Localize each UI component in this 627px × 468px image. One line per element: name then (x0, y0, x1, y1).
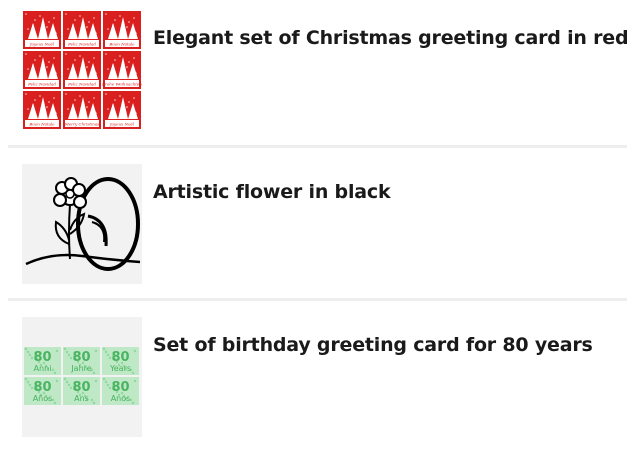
card-greeting-text: Joyeux Noël (29, 42, 55, 47)
christmas-card: Frohe Weihnachten (101, 51, 142, 89)
card-greeting-text: Feliz Navidad (67, 42, 96, 47)
card-greeting-text: Feliz Navidad (67, 82, 96, 87)
birthday-card: 80Anni (24, 347, 61, 375)
card-word-text: Anni (34, 364, 52, 373)
christmas-cards-thumbnail[interactable]: Joyeux Noël Feliz Navidad Buon Natale Feliz… (22, 10, 142, 130)
card-greeting-text: Buon Natale (108, 42, 135, 47)
christmas-card: Buon Natale (23, 91, 61, 129)
list-item[interactable]: Artistic flower in black (22, 164, 627, 286)
birthday-card: 80Jahre (63, 347, 100, 375)
list-item[interactable]: Joyeux Noël Feliz Navidad Buon Natale Feliz… (22, 10, 627, 132)
christmas-cards-grid-icon: Joyeux Noël Feliz Navidad Buon Natale Feliz… (23, 11, 142, 129)
birthday-card: 80Ans (63, 377, 100, 405)
card-number-text: 80 (111, 350, 129, 365)
christmas-card: Feliz Navidad (63, 11, 101, 49)
card-number-text: 80 (72, 350, 90, 365)
divider (8, 298, 627, 301)
birthday-card: 80Años (24, 377, 61, 405)
birthday-80-cards-thumbnail[interactable]: 80 Anni 80 Jahre 80 Years 80 Años 80 Ans 80 Anos (22, 317, 142, 437)
card-greeting-text: Frohe Weihnachten (101, 82, 142, 87)
birthday-card: 80Years (102, 347, 139, 375)
christmas-card: Feliz Navidad (63, 51, 101, 89)
item-title[interactable]: Artistic flower in black (153, 181, 391, 203)
christmas-card: Buon Natale (103, 11, 141, 49)
card-word-text: Años (33, 394, 53, 403)
birthday-80-cards-grid-icon: 80Anni80Jahre80Years80Años80Ans80Anos (24, 347, 139, 405)
card-word-text: Ans (74, 394, 89, 403)
item-title[interactable]: Set of birthday greeting card for 80 yea… (153, 334, 593, 356)
card-word-text: Jahre (70, 364, 91, 373)
flower-drawing-icon (25, 177, 141, 271)
christmas-card: Merry Christmas (63, 91, 101, 129)
card-word-text: Years (109, 364, 131, 373)
card-number-text: 80 (72, 380, 90, 395)
christmas-card: Feliz Navidad (23, 51, 61, 89)
card-greeting-text: Feliz Navidad (27, 82, 56, 87)
card-word-text: Anos (111, 394, 131, 403)
card-greeting-text: Merry Christmas (64, 122, 100, 127)
flower-thumbnail[interactable] (22, 164, 142, 284)
card-number-text: 80 (111, 380, 129, 395)
item-title[interactable]: Elegant set of Christmas greeting card i… (153, 27, 627, 49)
list-item[interactable]: 80 Anni 80 Jahre 80 Years 80 Años 80 Ans 80 Anos Se… (22, 317, 627, 439)
card-greeting-text: Buon Natale (28, 122, 55, 127)
card-number-text: 80 (33, 350, 51, 365)
christmas-card: Joyeux Noël (103, 91, 141, 129)
card-greeting-text: Joyeux Noël (109, 122, 135, 127)
divider (8, 145, 627, 148)
card-number-text: 80 (33, 380, 51, 395)
christmas-card: Joyeux Noël (23, 11, 61, 49)
birthday-card: 80Anos (102, 377, 139, 405)
